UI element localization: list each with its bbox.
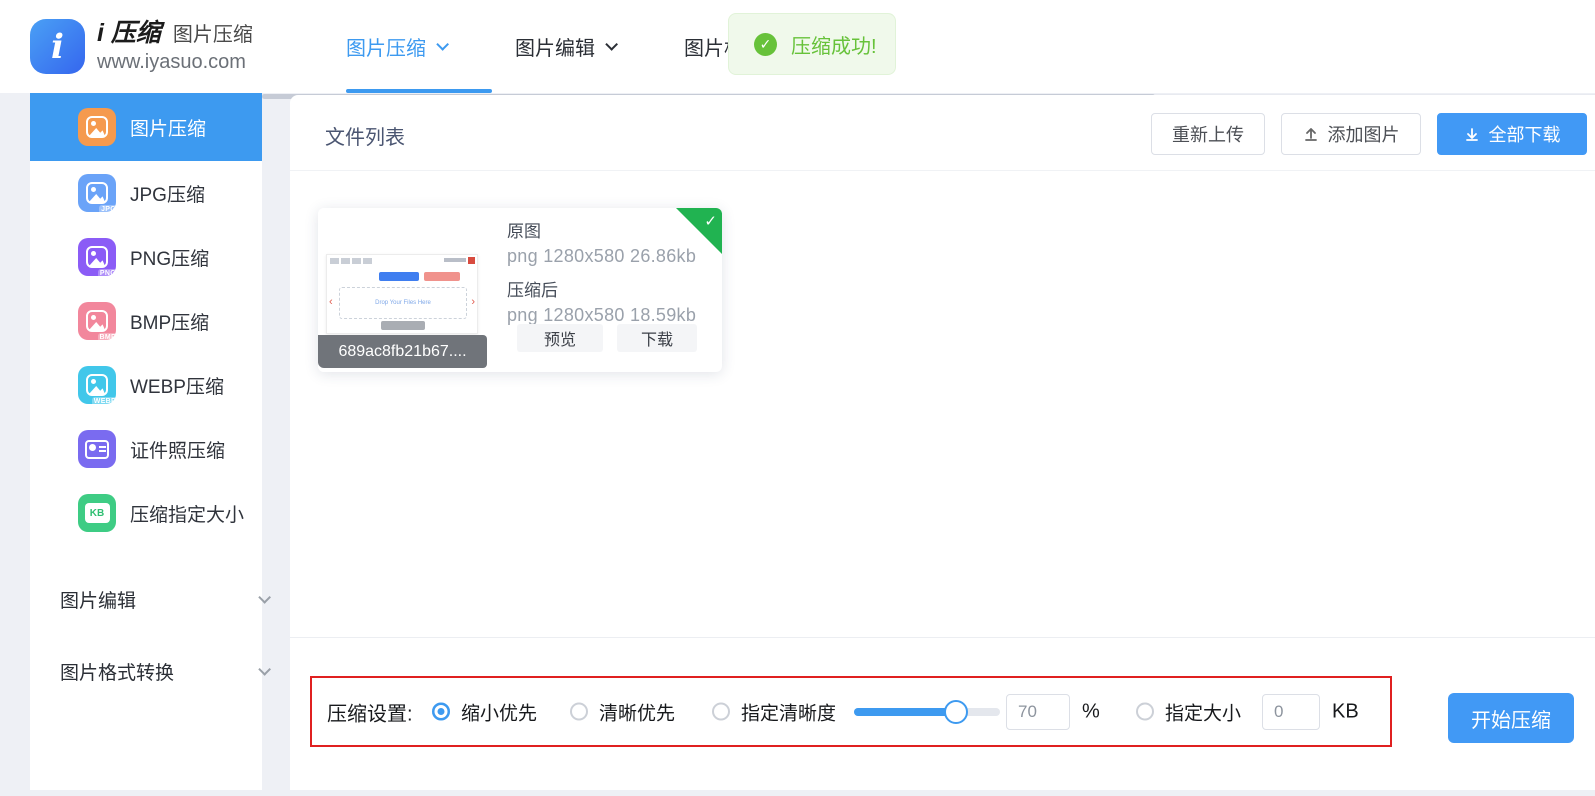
sidebar-section-image-edit[interactable]: 图片编辑 [30,567,262,631]
radio-clarity-first[interactable] [570,703,588,721]
clarity-slider[interactable] [854,708,1000,716]
sidebar-item-bmp-compress[interactable]: BMP BMP压缩 [30,289,262,353]
percent-unit: % [1082,700,1100,723]
sidebar-item-webp-compress[interactable]: WEBP WEBP压缩 [30,353,262,417]
size-kb-input[interactable] [1262,694,1320,730]
kb-unit: KB [1332,700,1359,723]
sidebar-section-label: 图片格式转换 [60,658,174,685]
brand-logo[interactable]: i i 压缩 图片压缩 www.iyasuo.com [30,19,253,74]
toast-message: 压缩成功! [791,30,877,59]
original-info: png 1280x580 26.86kb [507,246,696,267]
download-icon [1464,126,1480,142]
bmp-image-icon: BMP [78,302,116,340]
brand-name: i 压缩 [97,21,161,46]
radio-set-clarity[interactable] [712,703,730,721]
sidebar-item-label: PNG压缩 [130,244,209,271]
chevron-down-icon [605,38,618,51]
download-button[interactable]: 下载 [617,324,697,352]
chevron-down-icon [436,38,449,51]
radio-label: 指定大小 [1165,698,1241,725]
sidebar-section-image-convert[interactable]: 图片格式转换 [30,639,262,703]
radio-label: 清晰优先 [599,698,675,725]
page-title: 文件列表 [325,121,405,150]
sidebar-item-label: WEBP压缩 [130,372,224,399]
radio-label: 缩小优先 [461,698,537,725]
compress-settings-box: 压缩设置: 缩小优先 清晰优先 指定清晰度 % 指定大小 [310,676,1392,747]
check-icon: ✓ [704,212,717,230]
preview-button[interactable]: 预览 [517,324,603,352]
reupload-button-label: 重新上传 [1172,121,1244,147]
clarity-percent-input[interactable] [1006,694,1070,730]
sidebar-item-label: 证件照压缩 [130,436,225,463]
app-window: i i 压缩 图片压缩 www.iyasuo.com 图片压缩 图片编辑 图片格… [0,0,1595,796]
upload-icon [1303,126,1319,142]
png-image-icon: PNG [78,238,116,276]
panel-divider [290,637,1595,638]
file-thumbnail[interactable]: Drop Your Files Here ‹ › 689ac8fb21b67..… [318,208,487,372]
compressed-info: png 1280x580 18.59kb [507,305,696,326]
download-all-button-label: 全部下载 [1489,121,1561,147]
slider-fill [854,708,956,716]
download-button-label: 下载 [641,326,673,350]
sidebar-item-idphoto-compress[interactable]: 证件照压缩 [30,417,262,481]
sidebar-section-label: 图片编辑 [60,586,136,613]
preview-button-label: 预览 [544,326,576,350]
file-list-header: 文件列表 重新上传 添加图片 全部下载 [290,95,1595,171]
add-images-button-label: 添加图片 [1328,121,1400,147]
jpg-image-icon: JPG [78,174,116,212]
reupload-button[interactable]: 重新上传 [1151,113,1265,155]
kb-folder-icon: KB [78,494,116,532]
brand-text: i 压缩 图片压缩 www.iyasuo.com [97,21,253,72]
radio-set-size[interactable] [1136,703,1154,721]
thumbnail-preview: Drop Your Files Here ‹ › [326,254,478,334]
sidebar-item-target-size-compress[interactable]: KB 压缩指定大小 [30,481,262,545]
radio-shrink-first[interactable] [432,703,450,721]
nav-tab-label: 图片编辑 [515,32,595,61]
option-set-size[interactable]: 指定大小 [1136,698,1241,725]
sidebar-item-png-compress[interactable]: PNG PNG压缩 [30,225,262,289]
sidebar-item-label: JPG压缩 [130,180,205,207]
chevron-down-icon [258,663,271,676]
id-photo-icon [78,430,116,468]
download-all-button[interactable]: 全部下载 [1437,113,1587,155]
active-tab-underline [346,89,492,93]
file-info: 原图 png 1280x580 26.86kb 压缩后 png 1280x580… [507,208,696,326]
start-compress-button[interactable]: 开始压缩 [1448,693,1574,743]
nav-tab-label: 图片压缩 [346,32,426,61]
sidebar: 图片压缩 JPG JPG压缩 PNG PNG压缩 BMP BMP压缩 WEBP … [30,93,262,790]
original-label: 原图 [507,217,696,242]
check-circle-icon: ✓ [754,33,777,56]
sidebar-item-label: 压缩指定大小 [130,500,244,527]
brand-url: www.iyasuo.com [97,52,253,72]
filename-label: 689ac8fb21b67.... [318,335,487,368]
success-toast: ✓ 压缩成功! [728,13,896,75]
brand-subtitle: 图片压缩 [173,25,253,45]
file-card: Drop Your Files Here ‹ › 689ac8fb21b67..… [318,208,722,372]
webp-image-icon: WEBP [78,366,116,404]
image-icon [78,108,116,146]
logo-icon: i [30,19,85,74]
radio-label: 指定清晰度 [741,698,836,725]
chevron-down-icon [258,591,271,604]
nav-tab-image-compress[interactable]: 图片压缩 [346,32,445,61]
nav-tab-image-edit[interactable]: 图片编辑 [515,32,614,61]
option-set-clarity[interactable]: 指定清晰度 [712,698,836,725]
sidebar-item-label: BMP压缩 [130,308,209,335]
settings-label: 压缩设置: [327,697,413,726]
sidebar-item-label: 图片压缩 [130,114,206,141]
option-clarity-first[interactable]: 清晰优先 [570,698,675,725]
add-images-button[interactable]: 添加图片 [1281,113,1421,155]
sidebar-item-jpg-compress[interactable]: JPG JPG压缩 [30,161,262,225]
compressed-label: 压缩后 [507,276,696,301]
option-shrink-first[interactable]: 缩小优先 [432,698,537,725]
sidebar-item-image-compress[interactable]: 图片压缩 [30,93,262,161]
slider-thumb[interactable] [944,700,968,724]
